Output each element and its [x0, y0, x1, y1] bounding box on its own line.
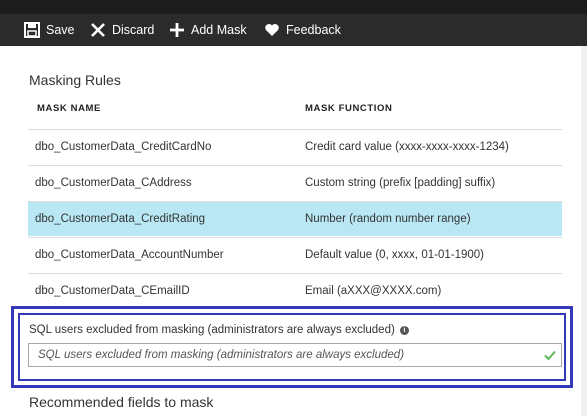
- excluded-users-label: SQL users excluded from masking (adminis…: [29, 324, 409, 336]
- save-label: Save: [46, 23, 75, 37]
- mask-function-cell: Email (aXXX@XXXX.com): [305, 285, 442, 297]
- mask-function-cell: Number (random number range): [305, 213, 471, 225]
- heart-icon: [264, 22, 280, 38]
- scrollbar[interactable]: [581, 46, 587, 416]
- table-row[interactable]: dbo_CustomerData_CAddress Custom string (…: [28, 165, 562, 200]
- excluded-users-label-text: SQL users excluded from masking (adminis…: [29, 324, 395, 336]
- discard-button[interactable]: Discard: [90, 21, 154, 39]
- check-icon: [544, 350, 556, 361]
- save-icon: [24, 22, 40, 38]
- mask-name-cell: dbo_CustomerData_CAddress: [35, 177, 192, 189]
- close-icon: [90, 22, 106, 38]
- add-mask-button[interactable]: Add Mask: [169, 21, 247, 39]
- header-strip: [0, 0, 587, 14]
- command-bar: Save Discard Add Mask Feedback: [0, 0, 587, 46]
- mask-function-cell: Default value (0, xxxx, 01-01-1900): [305, 249, 484, 261]
- mask-name-cell: dbo_CustomerData_CEmailID: [35, 285, 190, 297]
- table-row[interactable]: dbo_CustomerData_CreditRating Number (ran…: [28, 201, 562, 236]
- recommended-fields-title: Recommended fields to mask: [29, 394, 214, 410]
- plus-icon: [169, 22, 185, 38]
- mask-name-cell: dbo_CustomerData_CreditCardNo: [35, 141, 212, 153]
- masking-rules-title: Masking Rules: [29, 72, 121, 88]
- mask-function-cell: Custom string (prefix [padding] suffix): [305, 177, 496, 189]
- discard-label: Discard: [112, 23, 155, 37]
- mask-name-cell: dbo_CustomerData_CreditRating: [35, 213, 206, 225]
- excluded-users-input[interactable]: [28, 343, 562, 367]
- mask-function-cell: Credit card value (xxxx-xxxx-xxxx-1234): [305, 141, 509, 153]
- column-header-mask-name: MASK NAME: [37, 103, 101, 114]
- info-icon[interactable]: i: [399, 325, 409, 335]
- mask-name-cell: dbo_CustomerData_AccountNumber: [35, 249, 224, 261]
- feedback-button[interactable]: Feedback: [264, 21, 341, 39]
- table-row[interactable]: dbo_CustomerData_CEmailID Email (aXXX@XXX…: [28, 273, 562, 308]
- feedback-label: Feedback: [286, 23, 341, 37]
- column-header-mask-function: MASK FUNCTION: [305, 103, 393, 114]
- table-row[interactable]: dbo_CustomerData_CreditCardNo Credit card…: [28, 129, 562, 164]
- save-button[interactable]: Save: [24, 21, 75, 39]
- table-row[interactable]: dbo_CustomerData_AccountNumber Default va…: [28, 237, 562, 272]
- add-mask-label: Add Mask: [191, 23, 247, 37]
